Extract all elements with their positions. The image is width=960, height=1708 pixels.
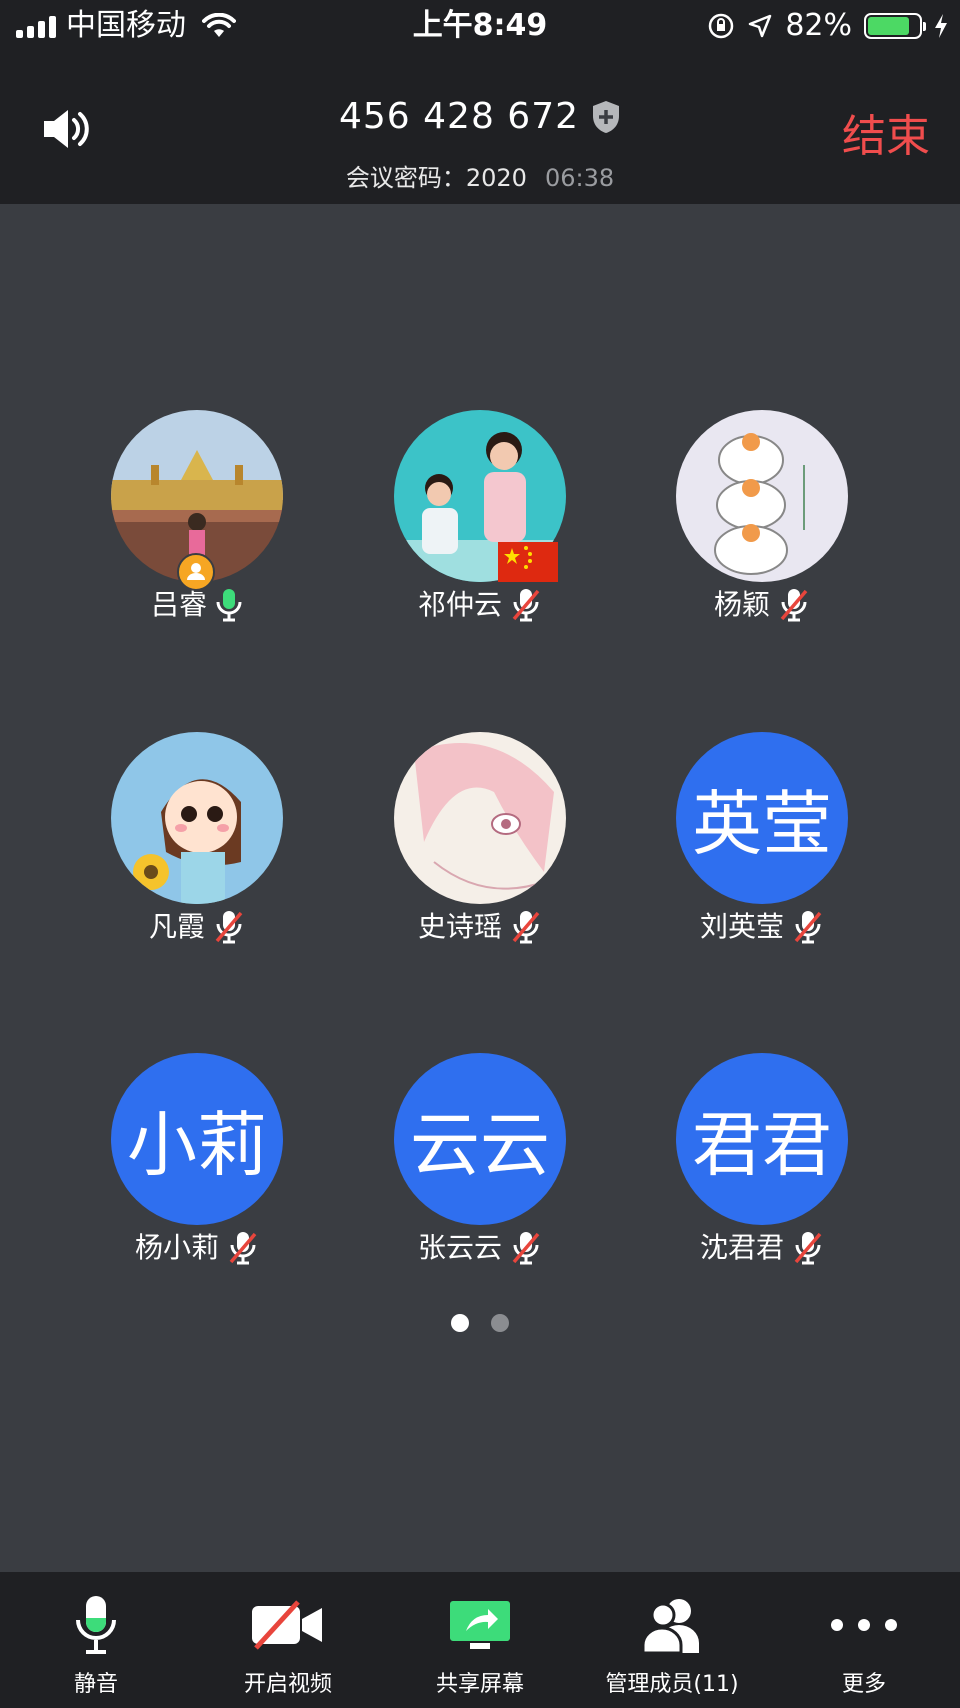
mic-muted-icon: [229, 1232, 257, 1265]
share-screen-icon: [450, 1601, 510, 1649]
start-video-button[interactable]: 开启视频: [192, 1572, 384, 1708]
avatar: [394, 410, 566, 582]
participant-name: 祁仲云: [417, 588, 502, 621]
mic-muted-icon: [794, 1232, 822, 1265]
participant-tile[interactable]: 英莹 刘英莹: [642, 732, 882, 946]
mic-muted-icon: [512, 911, 540, 944]
more-dots-icon: [831, 1619, 897, 1631]
participant-tile[interactable]: 祁仲云: [360, 410, 600, 624]
share-screen-label: 共享屏幕: [435, 1672, 524, 1697]
page-dot-1[interactable]: [451, 1314, 469, 1332]
more-label: 更多: [841, 1672, 886, 1697]
avatar: 云云: [394, 1053, 566, 1225]
mic-on-icon: [216, 589, 242, 622]
start-video-label: 开启视频: [243, 1672, 332, 1697]
end-meeting-button[interactable]: 结束: [842, 112, 930, 162]
participant-tile[interactable]: 云云 张云云: [360, 1053, 600, 1267]
avatar: [111, 410, 283, 591]
participant-tile[interactable]: 君君 沈君君: [642, 1053, 882, 1267]
share-screen-button[interactable]: 共享屏幕: [384, 1572, 576, 1708]
page-indicator: [0, 1314, 960, 1332]
charging-bolt-icon: [935, 14, 947, 38]
avatar-initials: 小莉: [111, 1053, 283, 1225]
avatar: [111, 732, 283, 904]
meeting-header: 456 428 672 会议密码：2020 06:38 结束: [0, 52, 960, 204]
avatar: [394, 732, 566, 904]
mute-label: 静音: [73, 1672, 118, 1697]
participant-tile[interactable]: 杨颖: [642, 410, 882, 624]
battery-icon: [864, 13, 926, 39]
avatar: 君君: [676, 1053, 848, 1225]
avatar-initials: 英莹: [676, 732, 848, 904]
host-badge-icon: [177, 553, 215, 591]
participant-name: 史诗瑶: [417, 910, 502, 943]
avatar: 英莹: [676, 732, 848, 904]
mute-button[interactable]: 静音: [0, 1572, 192, 1708]
page-dot-2[interactable]: [491, 1314, 509, 1332]
video-off-icon: [252, 1600, 322, 1650]
participant-name: 杨颖: [713, 588, 770, 621]
avatar-photo-anime: [394, 732, 566, 904]
participant-name: 张云云: [417, 1231, 502, 1264]
bottom-toolbar: 静音 开启视频 共享屏幕 管理成员(11) 更多: [0, 1572, 960, 1708]
participant-tile[interactable]: 小莉 杨小莉: [77, 1053, 317, 1267]
participant-name: 刘英莹: [699, 910, 784, 943]
participant-tile[interactable]: 凡霞: [77, 732, 317, 946]
meeting-password: 会议密码：2020: [345, 164, 527, 192]
mic-muted-icon: [215, 911, 243, 944]
mic-muted-icon: [794, 911, 822, 944]
participant-tile[interactable]: 吕睿: [77, 410, 317, 624]
avatar-initials: 君君: [676, 1053, 848, 1225]
participant-name: 杨小莉: [134, 1231, 219, 1264]
meeting-id: 456 428 672: [338, 96, 580, 137]
status-bar: 中国移动 上午8:49 82%: [0, 0, 960, 52]
avatar-photo-cats: [676, 410, 848, 582]
location-icon: [749, 14, 772, 38]
avatar-initials: 云云: [394, 1053, 566, 1225]
members-icon: [641, 1599, 699, 1655]
avatar: [676, 410, 848, 582]
participant-name: 沈君君: [699, 1231, 784, 1264]
avatar: 小莉: [111, 1053, 283, 1225]
shield-icon[interactable]: [591, 99, 621, 135]
battery-percent: 82%: [785, 8, 852, 43]
mic-muted-icon: [512, 589, 540, 622]
participant-tile[interactable]: 史诗瑶: [360, 732, 600, 946]
meeting-timer: 06:38: [544, 164, 615, 192]
orientation-lock-icon: [709, 13, 734, 39]
manage-members-label: 管理成员(11): [605, 1672, 739, 1697]
participant-name: 凡霞: [148, 910, 205, 943]
avatar-photo-cartoon-girl: [111, 732, 283, 904]
mic-muted-icon: [512, 1232, 540, 1265]
mic-muted-icon: [780, 589, 808, 622]
mic-icon: [76, 1596, 116, 1654]
china-flag-icon: [498, 542, 558, 582]
more-button[interactable]: 更多: [768, 1572, 960, 1708]
manage-members-button[interactable]: 管理成员(11): [576, 1572, 768, 1708]
